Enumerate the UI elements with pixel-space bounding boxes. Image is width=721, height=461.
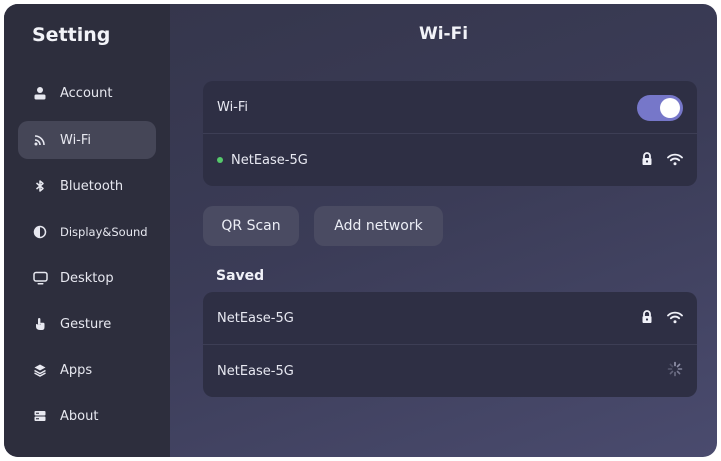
bluetooth-icon (32, 178, 48, 194)
sidebar-item-desktop[interactable]: Desktop (18, 259, 156, 297)
sidebar-item-account[interactable]: Account (18, 74, 156, 112)
wifi-toggle-row: Wi-Fi (203, 81, 697, 133)
about-icon (32, 408, 48, 424)
sidebar-item-display-sound[interactable]: Display&Sound (18, 213, 156, 251)
sidebar-item-label: Wi-Fi (60, 132, 92, 148)
wifi-status-card: Wi-Fi NetEase-5G (203, 81, 697, 186)
network-icons (667, 345, 683, 397)
loading-spinner-icon (667, 361, 683, 381)
wifi-signal-icon (667, 151, 683, 170)
apps-icon (32, 362, 48, 378)
network-icons (641, 292, 683, 344)
connected-network-name: NetEase-5G (231, 152, 308, 168)
sidebar-title: Setting (32, 24, 111, 46)
sidebar-item-label: About (60, 408, 99, 424)
display-sound-icon (32, 224, 48, 240)
sidebar-item-label: Display&Sound (60, 225, 148, 239)
desktop-icon (32, 270, 48, 286)
qr-scan-button[interactable]: QR Scan (203, 206, 299, 246)
lock-icon (641, 151, 653, 170)
sidebar-item-apps[interactable]: Apps (18, 351, 156, 389)
connected-network-row[interactable]: NetEase-5G (203, 134, 697, 186)
sidebar-item-bluetooth[interactable]: Bluetooth (18, 167, 156, 205)
saved-section-label: Saved (216, 268, 265, 284)
wifi-signal-icon (667, 309, 683, 328)
saved-network-row[interactable]: NetEase-5G (203, 292, 697, 344)
sidebar-item-label: Apps (60, 362, 93, 378)
sidebar-item-about[interactable]: About (18, 397, 156, 435)
toggle-knob (660, 98, 680, 118)
gesture-icon (32, 316, 48, 332)
saved-network-row[interactable]: NetEase-5G (203, 345, 697, 397)
sidebar-item-label: Desktop (60, 270, 114, 286)
wifi-toggle-switch[interactable] (637, 95, 683, 121)
sidebar-item-label: Bluetooth (60, 178, 124, 194)
saved-networks-card: NetEase-5G NetEase-5G (203, 292, 697, 397)
account-icon (32, 85, 48, 101)
network-icons (641, 134, 683, 186)
saved-network-name: NetEase-5G (217, 363, 294, 379)
saved-network-name: NetEase-5G (217, 310, 294, 326)
sidebar: Setting Account Wi-Fi Bluetooth Display&… (4, 4, 170, 457)
sidebar-item-label: Account (60, 85, 113, 101)
settings-window: Setting Account Wi-Fi Bluetooth Display&… (4, 4, 717, 457)
lock-icon (641, 309, 653, 328)
sidebar-item-label: Gesture (60, 316, 112, 332)
wifi-toggle-label: Wi-Fi (217, 99, 249, 115)
connected-status-dot (217, 157, 223, 163)
page-title: Wi-Fi (418, 24, 469, 44)
sidebar-item-gesture[interactable]: Gesture (18, 305, 156, 343)
wifi-icon (32, 132, 48, 148)
sidebar-item-wifi[interactable]: Wi-Fi (18, 121, 156, 159)
add-network-button[interactable]: Add network (314, 206, 443, 246)
